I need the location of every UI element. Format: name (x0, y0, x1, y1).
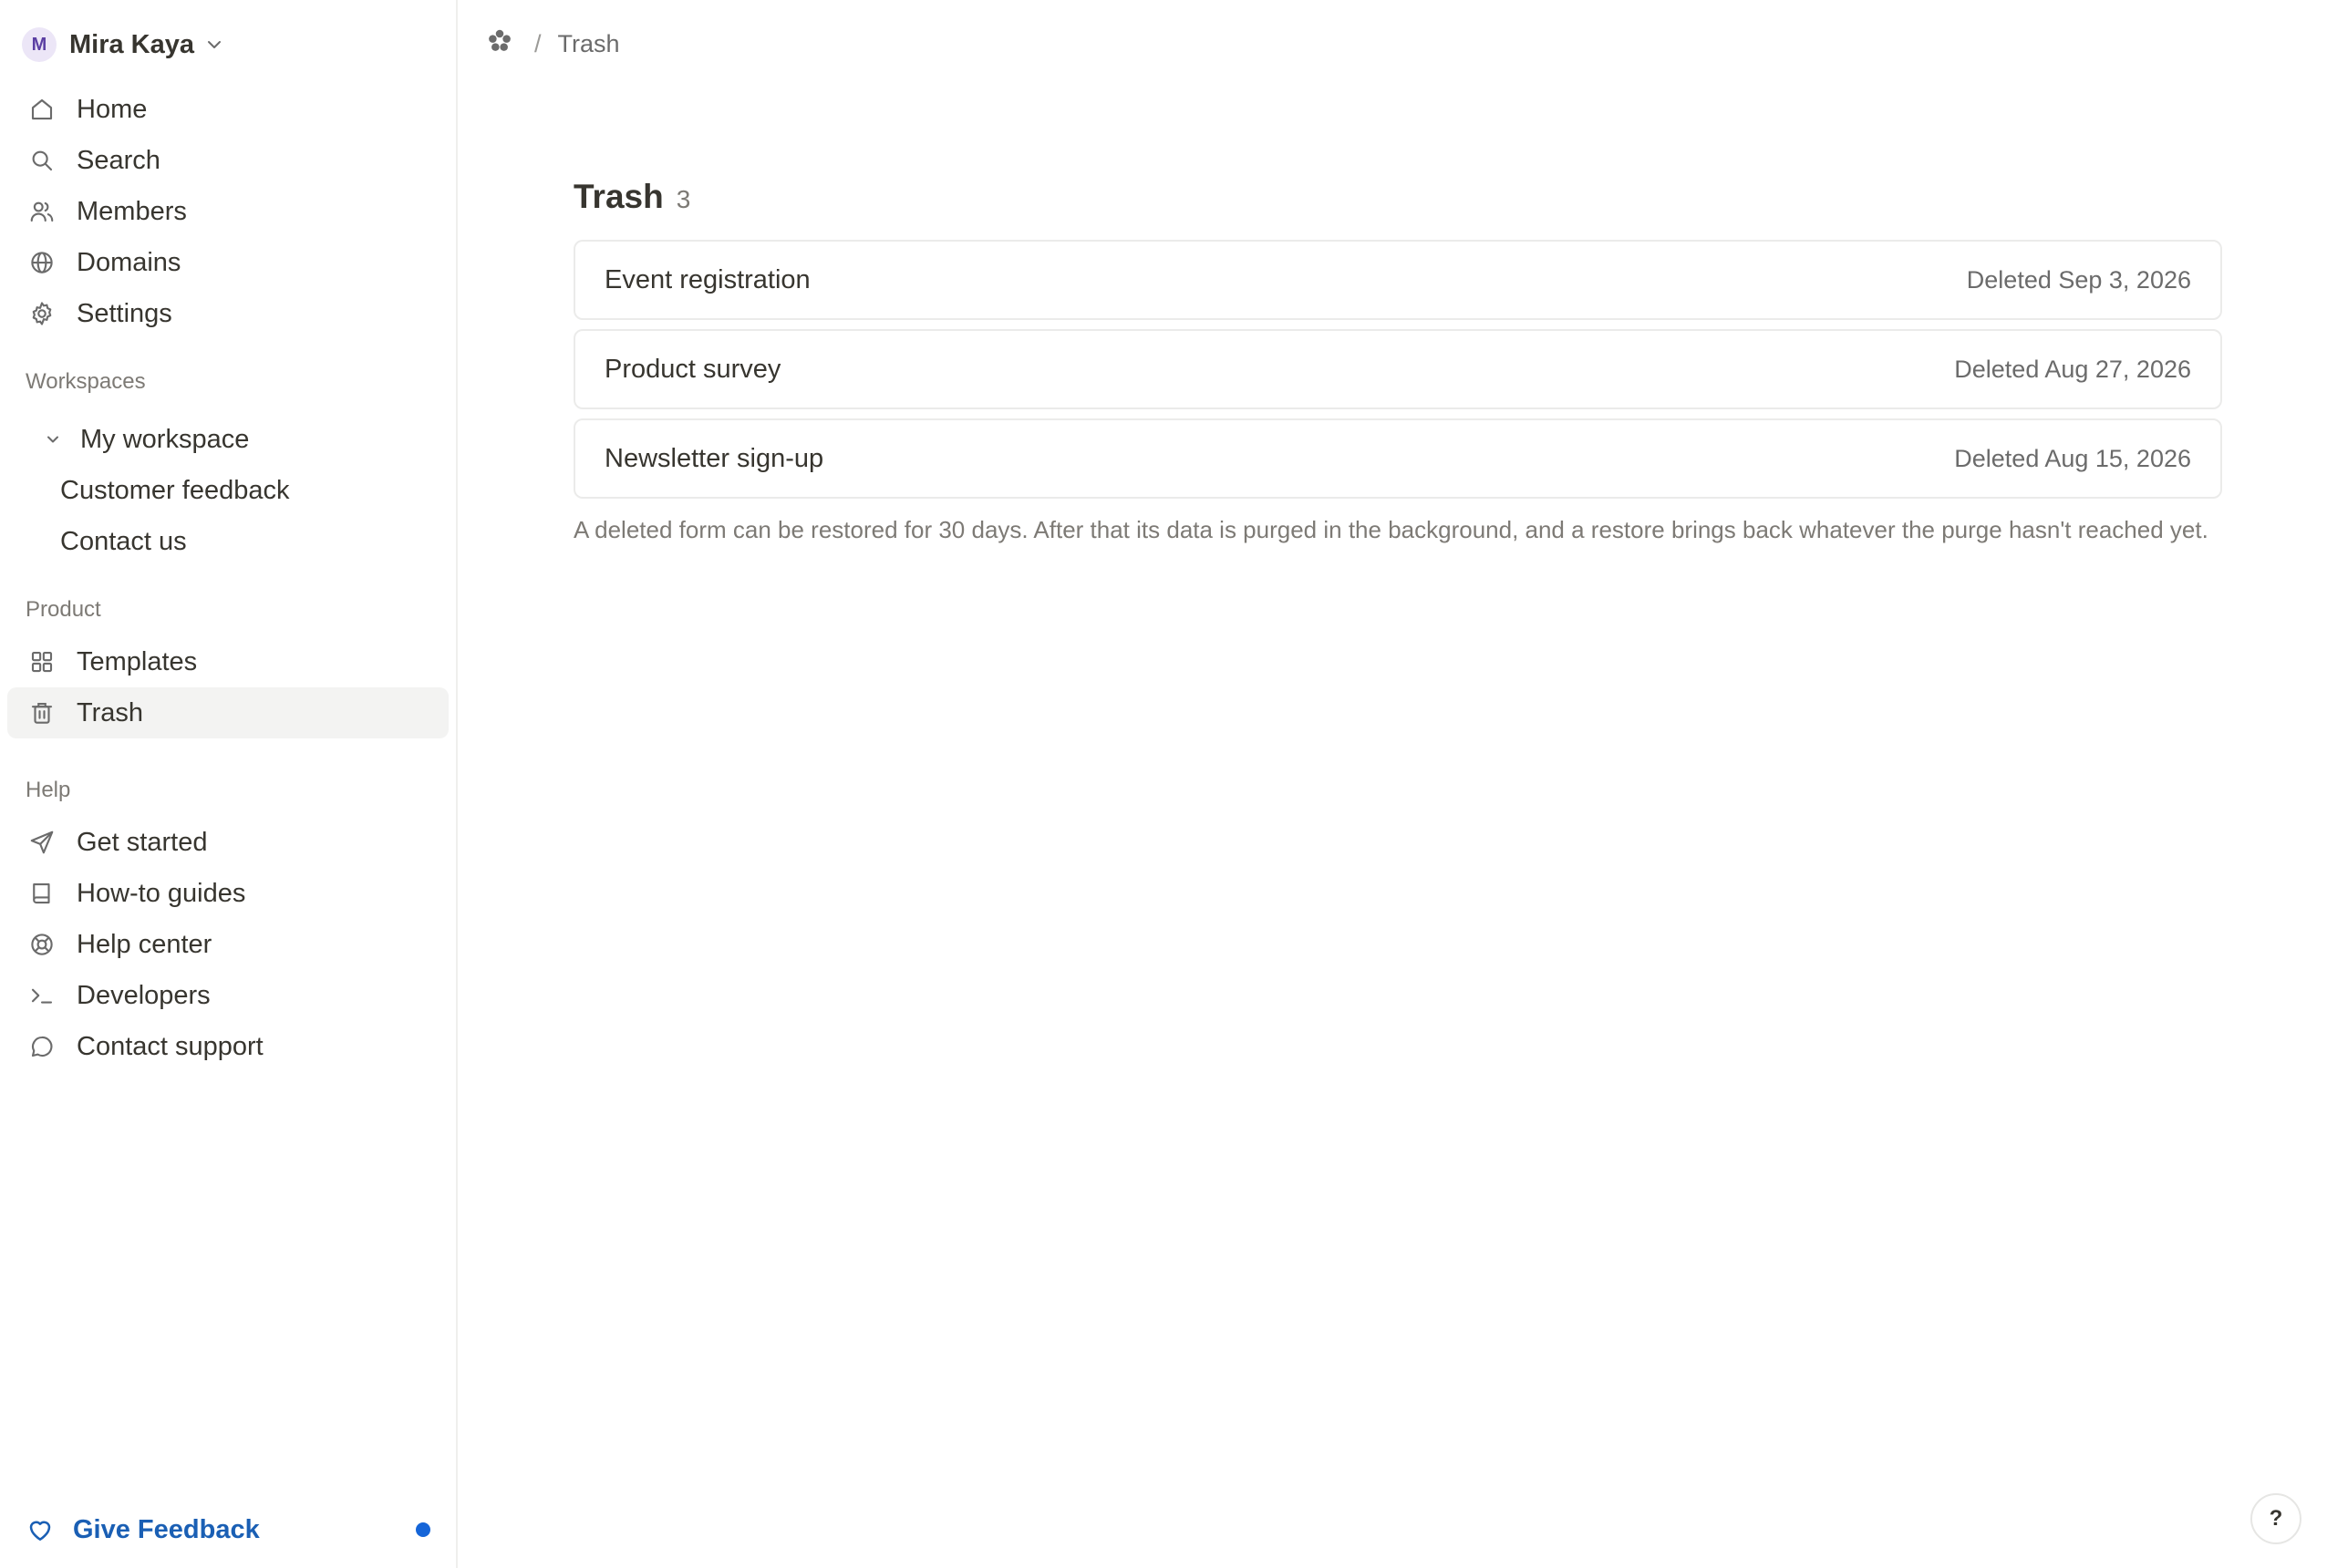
sidebar-item-settings[interactable]: Settings (7, 288, 449, 339)
workspace-form-customer-feedback[interactable]: Customer feedback (7, 465, 449, 516)
breadcrumb: / Trash (485, 26, 620, 62)
sidebar-item-label: Contact support (77, 1031, 264, 1061)
trash-retention-note: A deleted form can be restored for 30 da… (574, 516, 2208, 543)
trash-item-name: Event registration (605, 264, 811, 294)
main-content: / Trash Trash 3 Event registration Delet… (458, 0, 2327, 1568)
lifebuoy-icon (26, 928, 58, 961)
give-feedback-button[interactable]: Give Feedback (26, 1506, 430, 1553)
breadcrumb-current: Trash (557, 29, 620, 57)
sidebar-item-label: Home (77, 94, 148, 124)
sidebar-item-trash[interactable]: Trash (7, 687, 449, 738)
sidebar-item-get-started[interactable]: Get started (7, 817, 449, 868)
globe-icon (26, 246, 58, 279)
sidebar-item-label: Members (77, 196, 187, 226)
sidebar-item-how-to-guides[interactable]: How-to guides (7, 868, 449, 919)
heart-icon (26, 1515, 55, 1544)
book-icon (26, 877, 58, 910)
sidebar-item-domains[interactable]: Domains (7, 237, 449, 288)
sidebar-item-search[interactable]: Search (7, 135, 449, 186)
trash-item-date: Deleted Sep 3, 2026 (1966, 265, 2191, 294)
trash-item[interactable]: Event registration Deleted Sep 3, 2026 (574, 240, 2222, 320)
chat-icon (26, 1030, 58, 1063)
sidebar-item-templates[interactable]: Templates (7, 636, 449, 687)
grid-icon (26, 645, 58, 678)
workspace-form-label: Customer feedback (60, 475, 290, 505)
sidebar-item-developers[interactable]: Developers (7, 970, 449, 1021)
sidebar-item-members[interactable]: Members (7, 186, 449, 237)
sidebar-item-label: Settings (77, 298, 172, 328)
chevron-down-icon (44, 430, 62, 449)
sidebar-item-label: How-to guides (77, 878, 246, 908)
account-name: Mira Kaya (69, 29, 195, 59)
sidebar-item-label: Templates (77, 646, 198, 676)
trash-item-name: Newsletter sign-up (605, 443, 824, 473)
send-icon (26, 826, 58, 859)
terminal-icon (26, 979, 58, 1012)
sidebar-item-help-center[interactable]: Help center (7, 919, 449, 970)
breadcrumb-separator: / (534, 29, 542, 57)
members-icon (26, 195, 58, 228)
trash-item-date: Deleted Aug 27, 2026 (1954, 355, 2191, 383)
avatar: M (22, 27, 57, 62)
workspace-logo-icon[interactable] (485, 26, 514, 62)
sidebar-item-home[interactable]: Home (7, 84, 449, 135)
workspace-form-contact-us[interactable]: Contact us (7, 516, 449, 567)
sidebar-item-label: Search (77, 145, 160, 175)
workspace-toggle[interactable]: My workspace (7, 414, 449, 465)
chevron-down-icon (205, 36, 223, 54)
trash-item-name: Product survey (605, 354, 781, 384)
trash-item[interactable]: Product survey Deleted Aug 27, 2026 (574, 329, 2222, 409)
trash-section: Trash 3 Event registration Deleted Sep 3… (574, 178, 2222, 569)
section-label-product: Product (26, 597, 101, 622)
gear-icon (26, 297, 58, 330)
workspace-form-label: Contact us (60, 526, 187, 556)
trash-count: 3 (676, 185, 691, 213)
workspace-name: My workspace (80, 424, 250, 454)
give-feedback-label: Give Feedback (73, 1514, 260, 1544)
help-button[interactable]: ? (2250, 1493, 2301, 1544)
page-title-text: Trash (574, 178, 664, 215)
trash-item[interactable]: Newsletter sign-up Deleted Aug 15, 2026 (574, 418, 2222, 499)
trash-icon (26, 696, 58, 729)
home-icon (26, 93, 58, 126)
sidebar-item-label: Developers (77, 980, 211, 1010)
search-icon (26, 144, 58, 177)
section-label-workspaces: Workspaces (26, 369, 146, 394)
sidebar-item-label: Domains (77, 247, 181, 277)
app-window: M Mira Kaya Home Search Members Domains … (0, 0, 2327, 1568)
account-switcher[interactable]: M Mira Kaya (7, 22, 449, 67)
sidebar-item-label: Help center (77, 929, 212, 959)
trash-item-date: Deleted Aug 15, 2026 (1954, 444, 2191, 472)
sidebar: M Mira Kaya Home Search Members Domains … (0, 0, 458, 1568)
sidebar-item-contact-support[interactable]: Contact support (7, 1021, 449, 1072)
page-title: Trash 3 (574, 178, 2222, 216)
sidebar-item-label: Trash (77, 697, 144, 727)
notification-dot (416, 1522, 430, 1537)
section-label-help: Help (26, 778, 71, 802)
sidebar-item-label: Get started (77, 827, 208, 857)
